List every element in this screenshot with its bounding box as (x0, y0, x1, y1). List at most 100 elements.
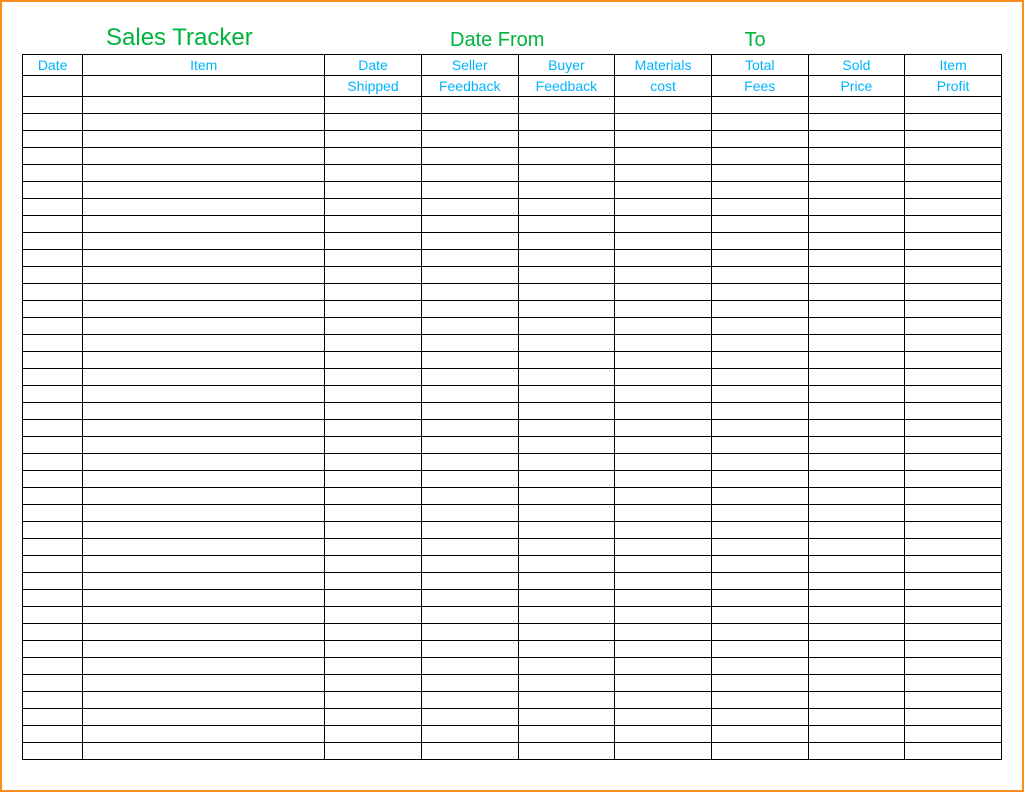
table-cell[interactable] (905, 216, 1002, 233)
table-cell[interactable] (615, 114, 712, 131)
table-cell[interactable] (615, 335, 712, 352)
table-cell[interactable] (711, 114, 808, 131)
table-cell[interactable] (905, 131, 1002, 148)
table-cell[interactable] (421, 658, 518, 675)
table-cell[interactable] (421, 318, 518, 335)
table-cell[interactable] (421, 216, 518, 233)
table-cell[interactable] (808, 216, 905, 233)
table-cell[interactable] (325, 267, 422, 284)
table-cell[interactable] (23, 624, 83, 641)
table-cell[interactable] (905, 675, 1002, 692)
table-cell[interactable] (808, 97, 905, 114)
table-cell[interactable] (325, 97, 422, 114)
table-cell[interactable] (421, 420, 518, 437)
table-cell[interactable] (325, 114, 422, 131)
table-cell[interactable] (615, 539, 712, 556)
table-cell[interactable] (711, 505, 808, 522)
table-cell[interactable] (615, 148, 712, 165)
table-cell[interactable] (615, 471, 712, 488)
table-cell[interactable] (325, 335, 422, 352)
table-cell[interactable] (711, 335, 808, 352)
table-cell[interactable] (518, 471, 615, 488)
table-cell[interactable] (83, 352, 325, 369)
table-cell[interactable] (615, 420, 712, 437)
table-cell[interactable] (711, 182, 808, 199)
table-cell[interactable] (325, 675, 422, 692)
table-cell[interactable] (615, 488, 712, 505)
table-cell[interactable] (518, 97, 615, 114)
table-cell[interactable] (83, 199, 325, 216)
table-cell[interactable] (518, 556, 615, 573)
table-cell[interactable] (808, 556, 905, 573)
table-cell[interactable] (615, 743, 712, 760)
table-cell[interactable] (905, 250, 1002, 267)
table-cell[interactable] (23, 267, 83, 284)
table-cell[interactable] (23, 420, 83, 437)
table-cell[interactable] (518, 505, 615, 522)
table-cell[interactable] (905, 624, 1002, 641)
table-cell[interactable] (808, 709, 905, 726)
table-cell[interactable] (23, 182, 83, 199)
table-cell[interactable] (23, 675, 83, 692)
table-cell[interactable] (23, 743, 83, 760)
table-cell[interactable] (421, 505, 518, 522)
table-cell[interactable] (808, 301, 905, 318)
table-cell[interactable] (518, 726, 615, 743)
table-cell[interactable] (615, 505, 712, 522)
table-cell[interactable] (711, 726, 808, 743)
table-cell[interactable] (83, 284, 325, 301)
table-cell[interactable] (325, 352, 422, 369)
table-cell[interactable] (83, 573, 325, 590)
table-cell[interactable] (808, 488, 905, 505)
table-cell[interactable] (518, 386, 615, 403)
table-cell[interactable] (905, 114, 1002, 131)
table-cell[interactable] (325, 131, 422, 148)
table-cell[interactable] (518, 675, 615, 692)
table-cell[interactable] (421, 539, 518, 556)
table-cell[interactable] (518, 182, 615, 199)
table-cell[interactable] (325, 488, 422, 505)
table-cell[interactable] (615, 386, 712, 403)
table-cell[interactable] (905, 182, 1002, 199)
table-cell[interactable] (23, 556, 83, 573)
table-cell[interactable] (325, 573, 422, 590)
table-cell[interactable] (421, 284, 518, 301)
table-cell[interactable] (808, 471, 905, 488)
table-cell[interactable] (23, 284, 83, 301)
table-cell[interactable] (325, 301, 422, 318)
table-cell[interactable] (325, 505, 422, 522)
table-cell[interactable] (421, 471, 518, 488)
table-cell[interactable] (518, 539, 615, 556)
table-cell[interactable] (808, 250, 905, 267)
table-cell[interactable] (23, 403, 83, 420)
table-cell[interactable] (615, 624, 712, 641)
table-cell[interactable] (711, 165, 808, 182)
table-cell[interactable] (518, 352, 615, 369)
table-cell[interactable] (325, 556, 422, 573)
table-cell[interactable] (325, 641, 422, 658)
table-cell[interactable] (905, 454, 1002, 471)
table-cell[interactable] (518, 692, 615, 709)
table-cell[interactable] (905, 148, 1002, 165)
table-cell[interactable] (83, 641, 325, 658)
table-cell[interactable] (711, 386, 808, 403)
table-cell[interactable] (83, 233, 325, 250)
table-cell[interactable] (808, 403, 905, 420)
table-cell[interactable] (808, 539, 905, 556)
table-cell[interactable] (808, 148, 905, 165)
table-cell[interactable] (518, 114, 615, 131)
table-cell[interactable] (518, 267, 615, 284)
table-cell[interactable] (711, 301, 808, 318)
table-cell[interactable] (325, 590, 422, 607)
table-cell[interactable] (23, 641, 83, 658)
table-cell[interactable] (615, 267, 712, 284)
table-cell[interactable] (421, 590, 518, 607)
table-cell[interactable] (711, 471, 808, 488)
table-cell[interactable] (615, 641, 712, 658)
table-cell[interactable] (325, 539, 422, 556)
table-cell[interactable] (421, 624, 518, 641)
table-cell[interactable] (518, 250, 615, 267)
table-cell[interactable] (615, 131, 712, 148)
table-cell[interactable] (325, 199, 422, 216)
table-cell[interactable] (905, 488, 1002, 505)
